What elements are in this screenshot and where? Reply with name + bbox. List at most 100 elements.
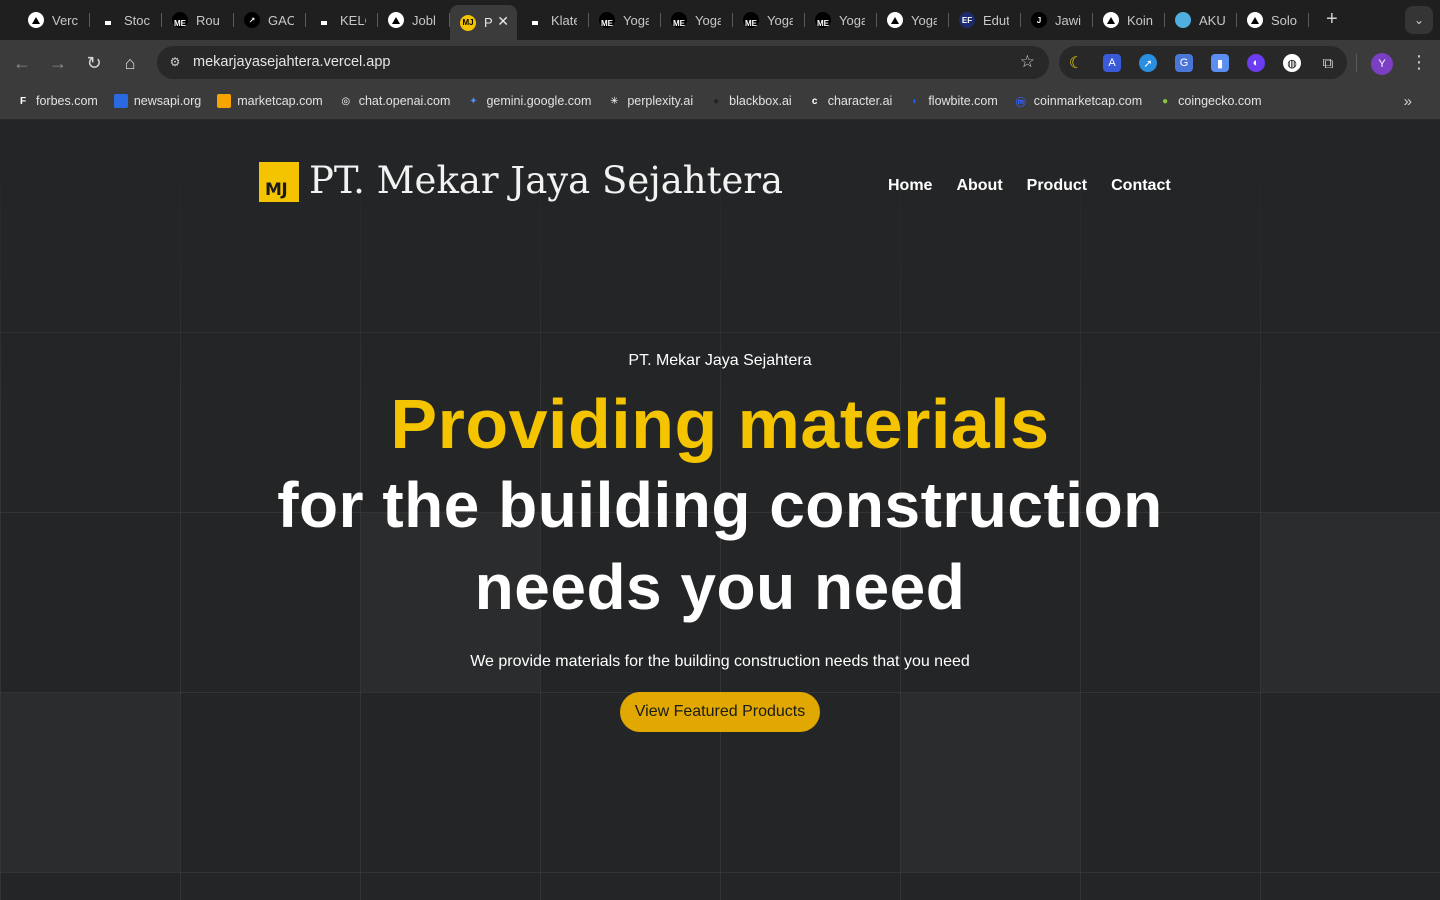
dark-site-icon [100,12,116,28]
reload-icon[interactable]: ↻ [82,51,106,75]
bookmark-favicon-icon: ◎ [341,95,351,107]
web-page: MJ PT. Mekar Jaya Sejahtera Home About P… [0,121,1440,900]
vercel-icon [388,12,404,28]
nav-contact[interactable]: Contact [1111,177,1171,195]
bookmark-label: chat.openai.com [358,94,451,108]
tab-label: Verc [52,12,78,28]
view-featured-products-button[interactable]: View Featured Products [620,692,820,732]
moon-extension-icon[interactable]: ☾ [1067,54,1085,72]
tab-rou[interactable]: ME Rou [162,5,234,35]
bookmark-label: forbes.com [36,94,98,108]
bookmark-item[interactable]: Fforbes.com [16,94,98,108]
dark-site-icon [527,12,543,28]
bookmarks-bar: Fforbes.com newsapi.org marketcap.com ◎ chat… [0,85,1440,120]
home-icon[interactable]: ⌂ [118,51,142,75]
company-logo[interactable]: MJ [259,162,299,202]
globe-extension-icon[interactable]: ◍ [1283,54,1301,72]
me-icon: ME [172,12,188,28]
tab-label: Yoga [767,12,793,28]
tab-strip: Verc Stoc ME Rou ↗ GAC KELC Jobl MJ P ✕ Klat… [0,0,1440,40]
forward-arrow-icon[interactable]: → [46,51,70,75]
bookmark-favicon-icon [217,94,232,108]
google-translate-icon[interactable]: G [1175,54,1193,72]
bookmark-item[interactable]: newsapi.org [113,94,202,108]
compass-extension-icon[interactable]: ➚ [1139,54,1157,72]
bookmark-star-icon[interactable]: ☆ [1020,52,1035,72]
tab-jawi[interactable]: J Jawi [1021,5,1093,35]
nav-home[interactable]: Home [888,177,932,195]
hero-eyebrow: PT. Mekar Jaya Sejahtera [628,352,812,369]
nav-product[interactable]: Product [1027,177,1087,195]
hero-subtitle: We provide materials for the building co… [470,653,970,670]
tab-klate[interactable]: Klate [517,5,589,35]
bookmark-item[interactable]: ✦ gemini.google.com [466,94,591,108]
bookmark-favicon-icon: F [19,95,27,107]
bookmark-label: perplexity.ai [627,94,694,108]
logo-mark: MJ [265,180,288,200]
bookmark-item[interactable]: ✳ perplexity.ai [607,94,693,108]
bookmark-item[interactable]: ● blackbox.ai [709,94,792,108]
tab-vercel[interactable]: Verc [18,5,90,35]
tab-jobl[interactable]: Jobl [378,5,450,35]
tab-label: P [484,15,493,30]
tab-kelc[interactable]: KELC [306,5,378,35]
tab-edut[interactable]: EF Edut [949,5,1021,35]
bookmark-item[interactable]: marketcap.com [217,94,323,108]
address-bar[interactable]: ⚙ mekarjayasejahtera.vercel.app ☆ [157,46,1049,79]
tab-yoga-4[interactable]: ME Yoga [805,5,877,35]
tab-label: Stoc [124,12,150,28]
extensions-bar: ☾ A ➚ G ▮ ◐ ◍ ⧉ [1059,46,1347,79]
tab-yoga-5[interactable]: Yoga [877,5,949,35]
url-text[interactable]: mekarjayasejahtera.vercel.app [193,54,390,70]
bookmark-item[interactable]: ⓜ coinmarketcap.com [1014,94,1143,109]
vercel-icon [1247,12,1263,28]
new-tab-plus-icon[interactable]: + [1326,8,1338,30]
profile-avatar[interactable]: Y [1371,53,1393,75]
bookmark-label: coinmarketcap.com [1033,94,1143,108]
tab-label: Jobl [412,12,436,28]
tab-label: Solo [1271,12,1297,28]
mj-icon: MJ [460,14,476,31]
bookmark-label: blackbox.ai [729,94,792,108]
tab-list: Verc Stoc ME Rou ↗ GAC KELC Jobl MJ P ✕ Klat… [18,5,1309,40]
bookmark-item[interactable]: ◎ chat.openai.com [339,94,451,108]
tab-gac[interactable]: ↗ GAC [234,5,306,35]
bookmark-favicon-icon: ● [713,95,720,107]
hero-title-line-3: needs you need [474,551,966,623]
bookmark-item[interactable]: ◐ flowbite.com [908,94,998,108]
tab-active-mekarjaya[interactable]: MJ P ✕ [450,5,517,40]
puzzle-extensions-icon[interactable]: ⧉ [1319,54,1337,72]
tab-yoga-3[interactable]: ME Yoga [733,5,805,35]
tab-search-chevron-down-icon[interactable]: ⌄ [1405,6,1433,34]
vercel-icon [1103,12,1119,28]
tab-aku[interactable]: AKU [1165,5,1237,35]
company-name[interactable]: PT. Mekar Jaya Sejahtera [309,159,783,202]
docs-extension-icon[interactable]: ▮ [1211,54,1229,72]
bookmark-label: character.ai [827,94,893,108]
bookmark-label: marketcap.com [237,94,323,108]
tab-yoga-2[interactable]: ME Yoga [661,5,733,35]
back-arrow-icon[interactable]: ← [10,51,34,75]
tab-stoc[interactable]: Stoc [90,5,162,35]
bookmark-item[interactable]: ● coingecko.com [1158,94,1261,108]
aku-icon [1175,12,1191,28]
tab-label: GAC [268,12,294,28]
nav-about[interactable]: About [956,177,1002,195]
bookmark-list: Fforbes.com newsapi.org marketcap.com ◎ chat… [16,94,1278,109]
purple-extension-icon[interactable]: ◐ [1247,54,1265,72]
more-menu-icon[interactable]: ⋮ [1410,52,1428,73]
tab-koin[interactable]: Koin [1093,5,1165,35]
close-icon[interactable]: ✕ [497,13,509,30]
bookmark-label: newsapi.org [133,94,202,108]
translate-extension-icon[interactable]: A [1103,54,1121,72]
site-info-icon[interactable]: ⚙ [165,52,185,72]
hero-title-line-2: for the building construction [277,469,1163,541]
gac-icon: ↗ [244,12,260,28]
bookmark-label: coingecko.com [1178,94,1262,108]
vercel-icon [887,12,903,28]
more-bookmarks-icon[interactable]: » [1404,93,1412,110]
tab-solo[interactable]: Solo [1237,5,1309,35]
bookmark-item[interactable]: c character.ai [808,94,893,108]
tab-label: Klate [551,12,577,28]
tab-yoga-1[interactable]: ME Yoga [589,5,661,35]
